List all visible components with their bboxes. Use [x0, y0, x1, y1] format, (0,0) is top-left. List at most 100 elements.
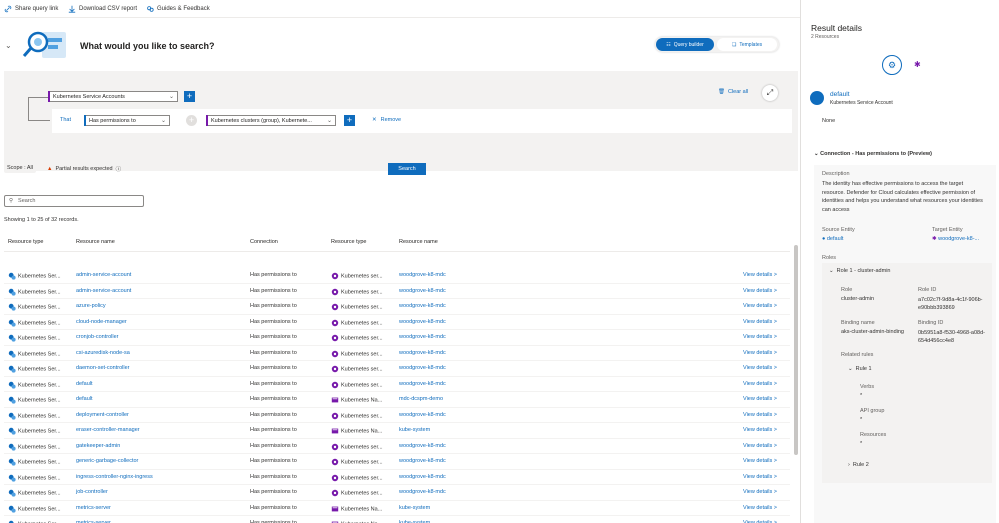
table-row[interactable]: Kubernetes Ser... job-controller Has permi…	[4, 485, 790, 501]
rule-2-header[interactable]: › Rule 2	[848, 462, 869, 468]
target-name-link[interactable]: woodgrove-k8-mdc	[399, 474, 446, 480]
source-name-link[interactable]: generic-garbage-collector	[76, 458, 138, 464]
target-name-link[interactable]: woodgrove-k8-mdc	[399, 412, 446, 418]
source-name-link[interactable]: deployment-controller	[76, 412, 129, 418]
target-name-link[interactable]: woodgrove-k8-mdc	[399, 288, 446, 294]
source-entity-link[interactable]: ● default	[822, 236, 843, 242]
target-name-link[interactable]: mdc-dcspm-demo	[399, 396, 443, 402]
target-name-link[interactable]: woodgrove-k8-mdc	[399, 319, 446, 325]
remove-button[interactable]: ✕ Remove	[372, 117, 401, 123]
source-name-link[interactable]: metrics-server	[76, 505, 111, 511]
target-name-link[interactable]: kube-system	[399, 505, 430, 511]
table-row[interactable]: Kubernetes Ser... csi-azuredisk-node-sa Ha…	[4, 346, 790, 361]
view-details-link[interactable]: View details >	[743, 505, 777, 511]
query-builder-tab[interactable]: ☷ Query builder	[656, 38, 714, 51]
target-name-link[interactable]: kube-system	[399, 427, 430, 433]
table-row[interactable]: Kubernetes Ser... deployment-controller Ha…	[4, 408, 790, 423]
column-header-source-name[interactable]: Resource name	[76, 239, 115, 245]
table-row[interactable]: Kubernetes Ser...metrics-serverHas permi…	[4, 516, 790, 523]
source-name-link[interactable]: eraser-controller-manager	[76, 427, 140, 433]
view-details-link[interactable]: View details >	[743, 396, 777, 402]
table-search-input[interactable]: ⚲ Search	[4, 195, 144, 207]
clear-all-button[interactable]: 🗑 Clear all	[718, 89, 748, 95]
view-details-link[interactable]: View details >	[743, 443, 777, 449]
add-target-button[interactable]: +	[344, 115, 355, 126]
table-row[interactable]: Kubernetes Ser... eraser-controller-manag…	[4, 423, 790, 439]
download-csv-button[interactable]: Download CSV report	[68, 5, 137, 13]
view-details-link[interactable]: View details >	[743, 350, 777, 356]
share-query-link-button[interactable]: Share query link	[4, 5, 58, 13]
column-header-target-name[interactable]: Resource name	[399, 239, 438, 245]
source-name-link[interactable]: cronjob-controller	[76, 334, 119, 340]
view-details-link[interactable]: View details >	[743, 458, 777, 464]
table-row[interactable]: Kubernetes Ser... admin-service-account Ha…	[4, 284, 790, 299]
view-details-link[interactable]: View details >	[743, 381, 777, 387]
table-row[interactable]: Kubernetes Ser... daemon-set-controller Ha…	[4, 361, 790, 377]
table-row[interactable]: Kubernetes Ser... default Has permissions …	[4, 377, 790, 392]
guides-feedback-button[interactable]: Guides & Feedback	[146, 5, 210, 13]
target-name-link[interactable]: woodgrove-k8-mdc	[399, 334, 446, 340]
info-icon[interactable]: ⓘ	[116, 165, 122, 173]
scope-pill[interactable]: Scope : All	[4, 163, 37, 173]
target-name-link[interactable]: woodgrove-k8-mdc	[399, 350, 446, 356]
target-name-link[interactable]: woodgrove-k8-mdc	[399, 272, 446, 278]
table-scrollbar[interactable]	[794, 245, 798, 455]
table-row[interactable]: Kubernetes Ser... admin-service-account Ha…	[4, 268, 790, 284]
add-subcondition-button[interactable]: +	[186, 115, 197, 126]
view-details-link[interactable]: View details >	[743, 365, 777, 371]
table-row[interactable]: Kubernetes Ser... default Has permissions …	[4, 392, 790, 408]
column-header-target-type[interactable]: Resource type	[331, 239, 366, 245]
entity-name-link[interactable]: default	[830, 91, 850, 98]
target-name-link[interactable]: woodgrove-k8-mdc	[399, 381, 446, 387]
entity-select[interactable]: Kubernetes Service Accounts ⌄	[48, 91, 178, 102]
view-details-link[interactable]: View details >	[743, 334, 777, 340]
connection-header[interactable]: ⌄ Connection - Has permissions to (Previ…	[814, 151, 932, 157]
view-details-link[interactable]: View details >	[743, 412, 777, 418]
service-account-node-icon[interactable]: ⚙	[882, 55, 902, 75]
column-header-connection[interactable]: Connection	[250, 239, 278, 245]
source-name-link[interactable]: job-controller	[76, 489, 108, 495]
rule-1-header[interactable]: ⌄ Rule 1	[848, 366, 872, 372]
table-row[interactable]: Kubernetes Ser... generic-garbage-collect…	[4, 454, 790, 470]
templates-tab[interactable]: ❏ Templates	[717, 38, 777, 51]
view-details-link[interactable]: View details >	[743, 303, 777, 309]
source-name-link[interactable]: admin-service-account	[76, 272, 131, 278]
search-button[interactable]: Search	[388, 163, 426, 175]
role-1-header[interactable]: ⌄ Role 1 - cluster-admin	[829, 268, 890, 274]
view-details-link[interactable]: View details >	[743, 319, 777, 325]
source-name-link[interactable]: default	[76, 396, 93, 402]
view-details-link[interactable]: View details >	[743, 427, 777, 433]
add-condition-button[interactable]: +	[184, 91, 195, 102]
table-row[interactable]: Kubernetes Ser... ingress-controller-ngin…	[4, 470, 790, 485]
target-name-link[interactable]: woodgrove-k8-mdc	[399, 365, 446, 371]
source-name-link[interactable]: admin-service-account	[76, 288, 131, 294]
expand-icon[interactable]: ⤢	[762, 85, 778, 101]
source-name-link[interactable]: ingress-controller-nginx-ingress	[76, 474, 153, 480]
view-details-link[interactable]: View details >	[743, 272, 777, 278]
source-name-link[interactable]: azure-policy	[76, 303, 106, 309]
target-name-link[interactable]: woodgrove-k8-mdc	[399, 489, 446, 495]
view-details-link[interactable]: View details >	[743, 489, 777, 495]
table-row[interactable]: Kubernetes Ser... gatekeeper-admin Has per…	[4, 439, 790, 454]
table-row[interactable]: Kubernetes Ser... cronjob-controller Has p…	[4, 330, 790, 346]
source-name-link[interactable]: daemon-set-controller	[76, 365, 130, 371]
source-name-link[interactable]: csi-azuredisk-node-sa	[76, 350, 130, 356]
target-entity-link[interactable]: ✱ woodgrove-k8-...	[932, 236, 979, 242]
cluster-node-icon[interactable]: ✱	[914, 60, 921, 69]
table-row[interactable]: Kubernetes Ser... azure-policy Has permiss…	[4, 299, 790, 315]
source-type-cell: Kubernetes Ser...	[8, 489, 61, 497]
relation-select[interactable]: Has permissions to ⌄	[84, 115, 170, 126]
target-name-link[interactable]: woodgrove-k8-mdc	[399, 443, 446, 449]
table-row[interactable]: Kubernetes Ser... cloud-node-manager Has p…	[4, 315, 790, 330]
target-name-link[interactable]: woodgrove-k8-mdc	[399, 303, 446, 309]
collapse-chevron-icon[interactable]: ⌄	[5, 41, 12, 50]
source-name-link[interactable]: cloud-node-manager	[76, 319, 127, 325]
source-name-link[interactable]: default	[76, 381, 93, 387]
column-header-source-type[interactable]: Resource type	[8, 239, 43, 245]
target-select[interactable]: Kubernetes clusters (group), Kubernete..…	[206, 115, 336, 126]
view-details-link[interactable]: View details >	[743, 474, 777, 480]
table-row[interactable]: Kubernetes Ser...metrics-serverHas permi…	[4, 501, 790, 516]
target-name-link[interactable]: woodgrove-k8-mdc	[399, 458, 446, 464]
source-name-link[interactable]: gatekeeper-admin	[76, 443, 120, 449]
view-details-link[interactable]: View details >	[743, 288, 777, 294]
